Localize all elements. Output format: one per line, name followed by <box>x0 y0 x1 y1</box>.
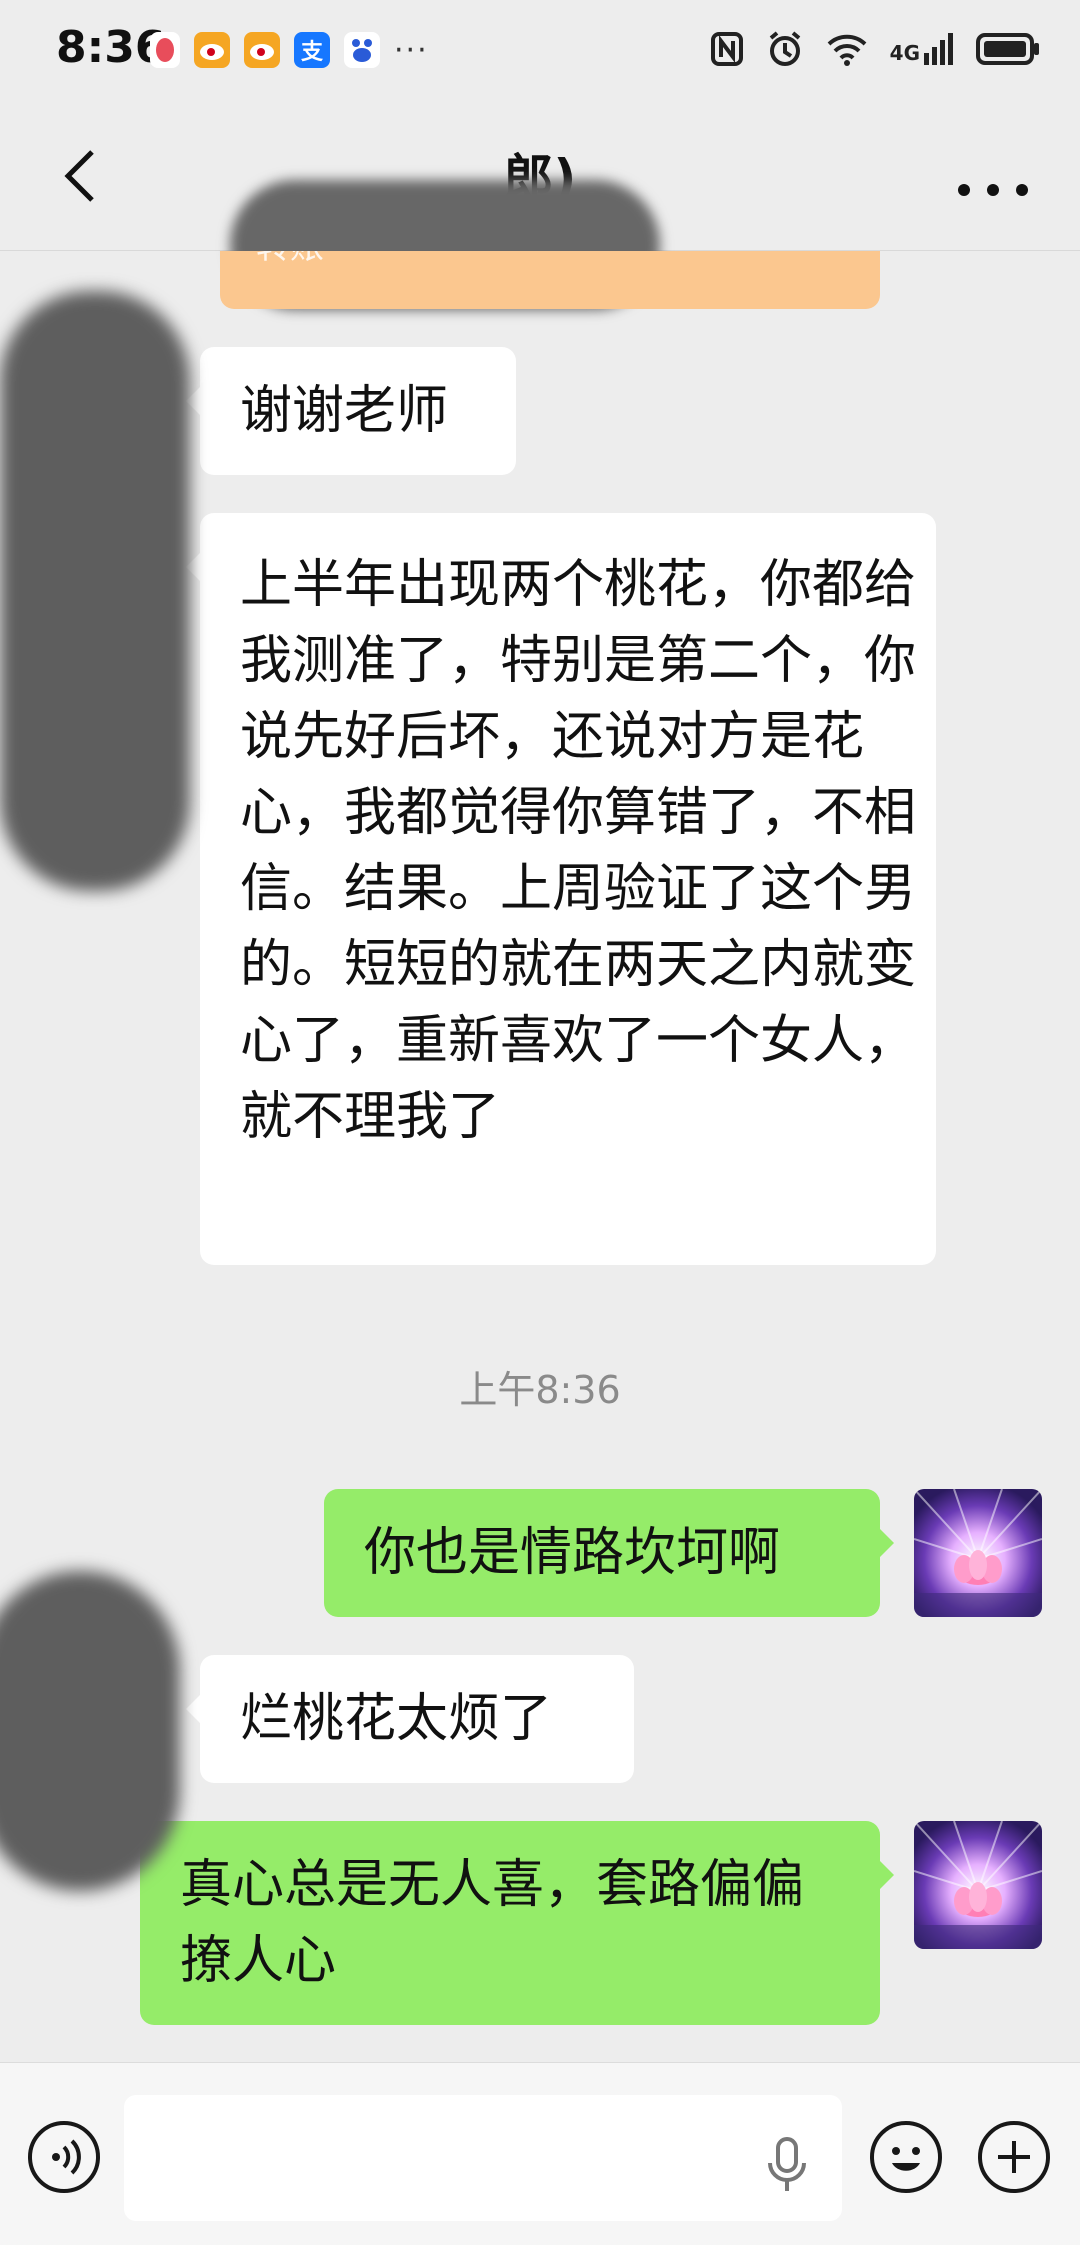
app-notification-icon <box>150 32 180 68</box>
alarm-icon <box>769 31 800 66</box>
avatar[interactable] <box>914 1821 1042 1949</box>
battery-icon <box>976 33 1039 65</box>
notification-icons: 支 ··· <box>150 30 429 70</box>
input-bar <box>0 2062 1080 2245</box>
alipay-icon: 支 <box>294 32 330 68</box>
baidu-icon <box>344 32 380 68</box>
message-text: 烂桃花太烦了 <box>240 1689 553 1749</box>
transfer-label: 转账 <box>256 251 324 268</box>
avatar[interactable] <box>914 1489 1042 1617</box>
system-icons: 4G <box>710 24 1040 74</box>
message-bubble-incoming[interactable]: 谢谢老师 <box>186 347 516 475</box>
wifi-icon <box>827 34 867 66</box>
microphone-button[interactable] <box>762 2135 812 2195</box>
lotus-avatar-image <box>914 1489 1042 1617</box>
signal-indicator: 4G <box>890 33 954 65</box>
weibo-icon <box>194 32 230 68</box>
add-attachment-button[interactable] <box>978 2121 1050 2193</box>
dot-icon <box>987 184 999 196</box>
message-input[interactable] <box>124 2095 842 2221</box>
message-text: 真心总是无人喜，套路偏偏撩人心 <box>180 1855 805 1991</box>
more-notifications-indicator: ··· <box>394 32 429 68</box>
dot-icon <box>958 184 970 196</box>
network-type: 4G <box>889 41 920 65</box>
signal-icon <box>924 33 953 65</box>
message-timestamp: 上午8:36 <box>459 1368 621 1412</box>
chat-header: 郎) <box>0 100 1080 310</box>
more-options-button[interactable] <box>958 170 1028 210</box>
nfc-icon <box>710 32 743 66</box>
voice-mode-button[interactable] <box>28 2121 100 2193</box>
plus-icon <box>998 2141 1030 2173</box>
lotus-avatar-image <box>914 1821 1042 1949</box>
chat-messages[interactable]: 转账 谢谢老师 上半年出现两个桃花，你都给我测准了，特别是第二个，你说先好后坏，… <box>0 251 1080 2061</box>
message-text: 谢谢老师 <box>240 381 449 441</box>
dot-icon <box>1016 184 1028 196</box>
message-bubble-outgoing[interactable]: 真心总是无人喜，套路偏偏撩人心 <box>140 1821 894 2025</box>
smiley-icon <box>892 2147 920 2171</box>
message-text: 上半年出现两个桃花，你都给我测准了，特别是第二个，你说先好后坏，还说对方是花心，… <box>240 555 917 1147</box>
message-text: 你也是情路坎坷啊 <box>364 1523 781 1583</box>
voice-icon <box>52 2139 81 2175</box>
emoji-button[interactable] <box>870 2121 942 2193</box>
message-bubble-incoming[interactable]: 烂桃花太烦了 <box>186 1655 634 1783</box>
microphone-icon <box>768 2137 806 2191</box>
redaction-blur <box>0 291 190 891</box>
message-bubble-outgoing[interactable]: 你也是情路坎坷啊 <box>324 1489 894 1617</box>
redaction-blur <box>0 1571 180 1891</box>
message-bubble-incoming[interactable]: 上半年出现两个桃花，你都给我测准了，特别是第二个，你说先好后坏，还说对方是花心，… <box>186 513 936 1265</box>
transfer-card[interactable]: 转账 <box>220 251 880 309</box>
status-bar: 8:36 支 ··· 4G <box>0 0 1080 100</box>
weibo-icon <box>244 32 280 68</box>
